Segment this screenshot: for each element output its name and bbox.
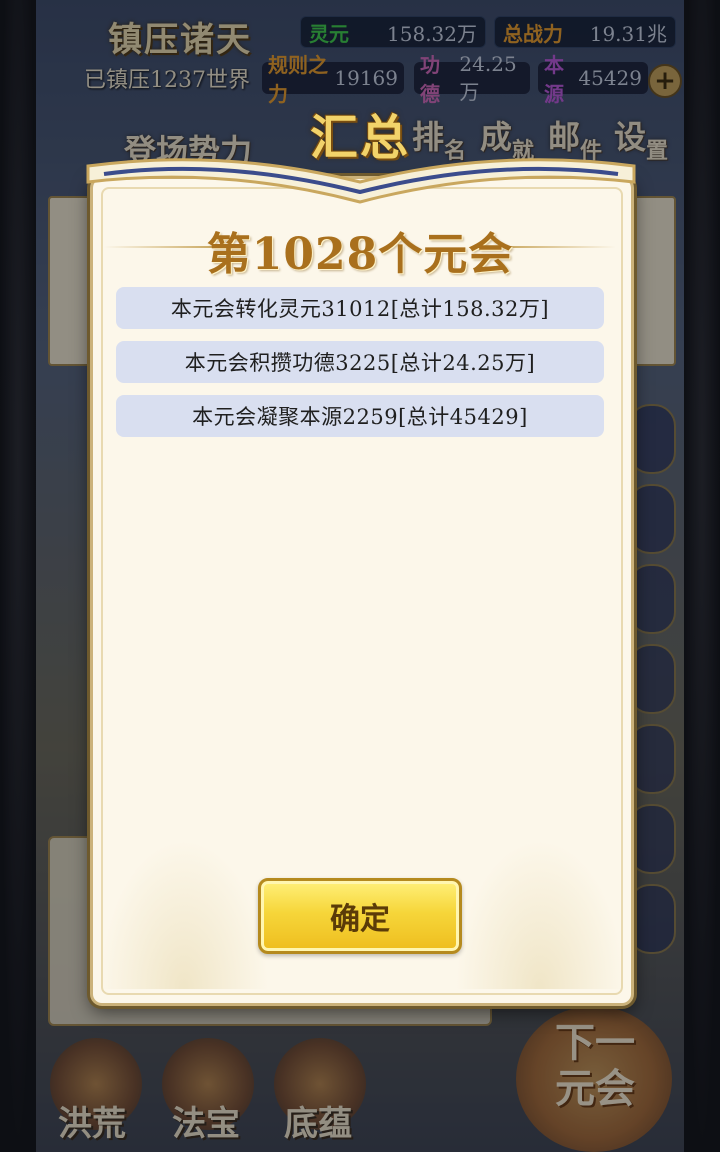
- summary-line-lingyuan: 本元会转化灵元31012[总计158.32万]: [116, 287, 604, 329]
- summary-title: 汇总: [310, 110, 411, 166]
- summary-line-merit: 本元会积攒功德3225[总计24.25万]: [116, 341, 604, 383]
- summary-line-origin: 本元会凝聚本源2259[总计45429]: [116, 395, 604, 437]
- confirm-button[interactable]: 确定: [258, 878, 462, 954]
- epoch-title: 第1028个元会: [206, 229, 514, 280]
